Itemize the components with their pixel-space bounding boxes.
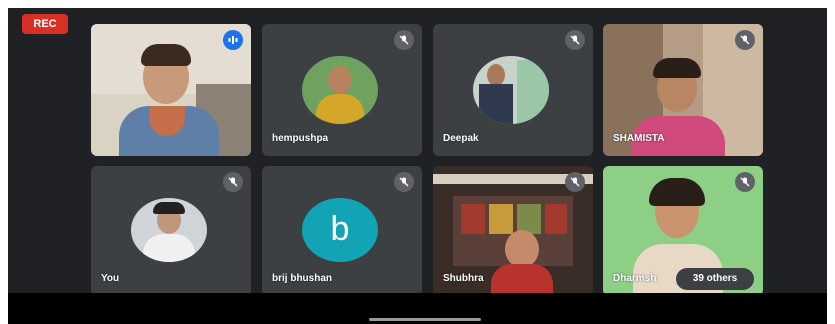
participant-tile[interactable]: b brij bhushan [262,166,422,296]
participant-name: Dharmsh [613,273,657,284]
mic-off-icon [735,30,755,50]
participant-tile[interactable] [91,24,251,156]
home-indicator[interactable] [369,318,481,321]
participant-name: hempushpa [272,133,329,144]
mic-off-icon [565,172,585,192]
participant-avatar: b [302,198,378,262]
mic-off-icon [565,30,585,50]
participant-tile[interactable]: hempushpa [262,24,422,156]
participant-tile[interactable]: Shubhra [433,166,593,296]
others-count-chip[interactable]: 39 others [676,268,754,290]
participant-tile[interactable]: Deepak [433,24,593,156]
participant-avatar [473,56,549,124]
participant-avatar [302,56,378,124]
avatar-letter: b [330,210,350,248]
recording-badge: REC [22,14,68,34]
participant-name: brij bhushan [272,273,332,284]
participant-tile[interactable]: You [91,166,251,296]
participant-name: SHAMISTA [613,133,665,144]
speaking-indicator-icon [223,30,243,50]
participant-name: You [101,273,120,284]
mic-off-icon [735,172,755,192]
mic-off-icon [394,172,414,192]
participant-name: Deepak [443,133,479,144]
participant-name: Shubhra [443,273,484,284]
participant-tile[interactable]: SHAMISTA [603,24,763,156]
mic-off-icon [394,30,414,50]
participant-avatar [131,198,207,262]
mic-off-icon [223,172,243,192]
